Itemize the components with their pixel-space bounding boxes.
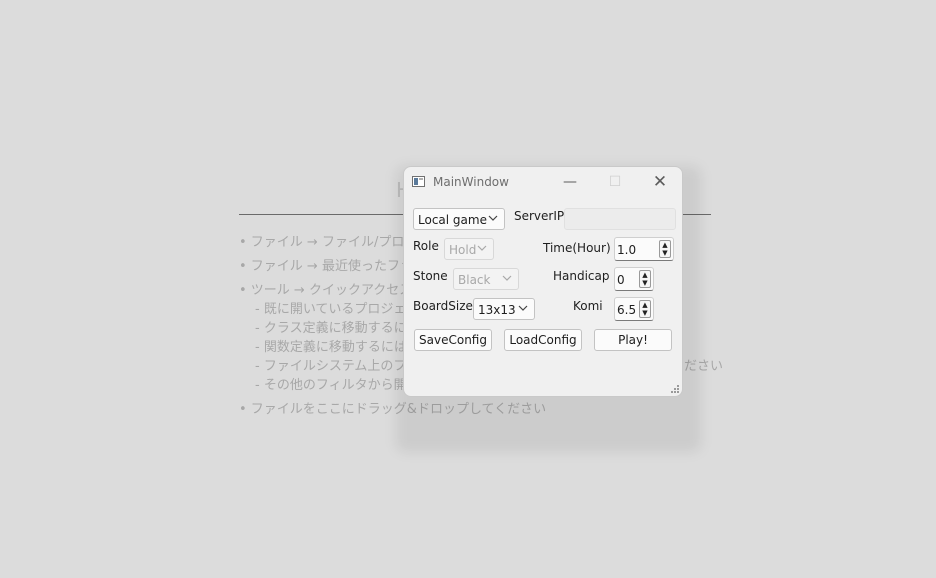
time-value: 1.0: [617, 243, 637, 257]
play-button[interactable]: Play!: [594, 329, 672, 351]
close-button[interactable]: ✕: [638, 167, 682, 197]
chevron-down-icon: [477, 241, 487, 258]
stone-label: Stone: [413, 269, 448, 283]
background-hint-line: - その他のフィルタから開き: [255, 378, 420, 393]
komi-value: 6.5: [617, 303, 637, 317]
minimize-button[interactable]: —: [548, 167, 592, 197]
chevron-down-icon: [488, 211, 498, 228]
spin-arrows: ▲ ▼: [639, 300, 651, 318]
title-bar[interactable]: MainWindow — ☐ ✕: [404, 167, 682, 197]
handicap-label: Handicap: [553, 269, 610, 283]
komi-spinbox[interactable]: 6.5 ▲ ▼: [614, 297, 654, 321]
chevron-down-icon: [502, 271, 512, 288]
desktop: H • ファイル → ファイル/プロジェクト • ファイル → 最近使ったファイ…: [0, 0, 936, 578]
triangle-down-icon[interactable]: ▼: [640, 309, 650, 317]
spin-arrows: ▲ ▼: [639, 270, 651, 288]
time-spinbox[interactable]: 1.0 ▲ ▼: [614, 237, 674, 261]
maximize-button[interactable]: ☐: [593, 167, 637, 197]
boardsize-label: BoardSize: [413, 299, 473, 313]
time-label: Time(Hour): [543, 241, 611, 255]
triangle-up-icon[interactable]: ▲: [640, 271, 650, 279]
boardsize-select[interactable]: 13x13: [473, 298, 535, 320]
stone-value: Black: [458, 273, 491, 287]
handicap-value: 0: [617, 273, 625, 287]
role-label: Role: [413, 239, 439, 253]
resize-grip-icon[interactable]: [671, 385, 679, 393]
komi-label: Komi: [573, 299, 603, 313]
triangle-up-icon[interactable]: ▲: [660, 241, 670, 249]
load-config-button[interactable]: LoadConfig: [504, 329, 582, 351]
app-window-icon: [412, 176, 425, 187]
chevron-down-icon: [518, 301, 528, 318]
triangle-down-icon[interactable]: ▼: [640, 279, 650, 287]
triangle-up-icon[interactable]: ▲: [640, 301, 650, 309]
save-config-button[interactable]: SaveConfig: [414, 329, 492, 351]
game-mode-value: Local game: [418, 213, 487, 227]
background-hint-line: - 関数定義に移動するには: [255, 340, 407, 355]
stone-select[interactable]: Black: [453, 268, 519, 290]
window-title: MainWindow: [433, 175, 509, 189]
server-ip-input[interactable]: [564, 208, 676, 230]
spin-arrows: ▲ ▼: [659, 240, 671, 258]
role-select[interactable]: Hold: [444, 238, 494, 260]
handicap-spinbox[interactable]: 0 ▲ ▼: [614, 267, 654, 291]
background-hint-line: - クラス定義に移動するには: [255, 321, 420, 336]
server-ip-label: ServerIP: [514, 209, 565, 223]
triangle-down-icon[interactable]: ▼: [660, 249, 670, 257]
boardsize-value: 13x13: [478, 303, 516, 317]
main-window: MainWindow — ☐ ✕ Local game ServerIP Rol…: [403, 166, 683, 397]
role-value: Hold: [449, 243, 477, 257]
game-mode-select[interactable]: Local game: [413, 208, 505, 230]
